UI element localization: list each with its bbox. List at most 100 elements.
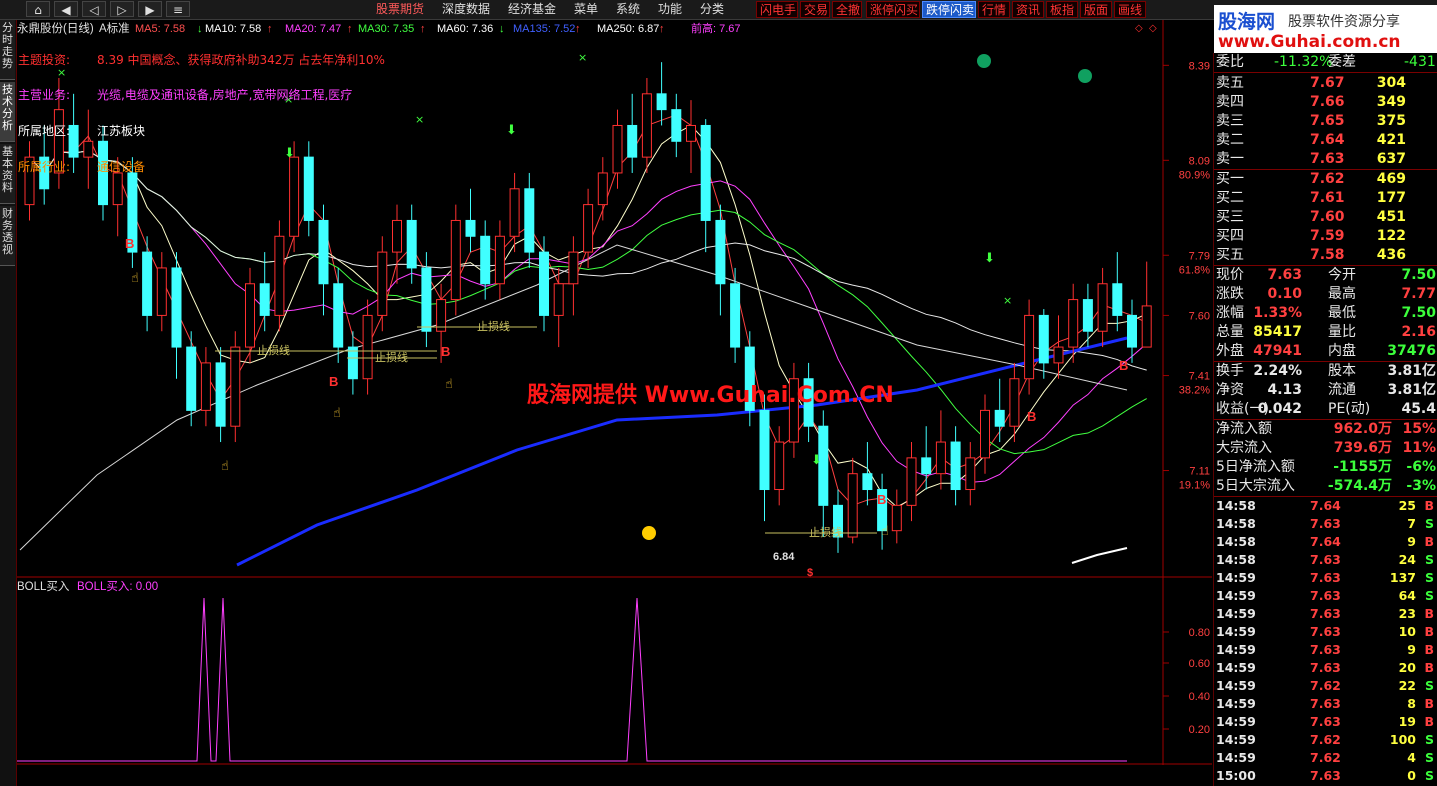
tick-row: 14:58 7.63 24 S	[1214, 551, 1437, 569]
tick-time: 14:59	[1216, 606, 1256, 621]
candle-body	[950, 441, 961, 491]
stat-label-2: 量比	[1328, 324, 1356, 340]
candle-body	[186, 346, 197, 411]
bid-label: 买四	[1216, 228, 1244, 244]
toolbar-button-5[interactable]: 行情	[978, 1, 1010, 18]
left-tab-2[interactable]: 基本资料	[0, 144, 15, 204]
prev-icon[interactable]: ◁	[82, 1, 106, 17]
tick-time: 14:59	[1216, 696, 1256, 711]
stat-label: 涨跌	[1216, 286, 1244, 302]
ma-arrow-3: ↑	[420, 23, 426, 35]
info-label: 主题投资:	[18, 52, 70, 67]
candle-body	[156, 267, 167, 316]
tick-row: 14:59 7.62 100 S	[1214, 731, 1437, 749]
candle-body	[245, 283, 255, 348]
tick-row: 14:59 7.63 20 B	[1214, 659, 1437, 677]
ask-row: 卖五 7.67 304	[1214, 74, 1437, 93]
diamond-icon[interactable]: ◇	[1149, 23, 1157, 34]
stat-label-2: 股本	[1328, 363, 1356, 379]
menu-2[interactable]: 经济基金	[508, 2, 556, 17]
tick-time: 14:59	[1216, 642, 1256, 657]
forward-icon[interactable]: ▶	[138, 1, 162, 17]
bid-label: 买二	[1216, 190, 1244, 206]
ratio-value: -11.32%	[1274, 54, 1333, 70]
toolbar-button-6[interactable]: 资讯	[1012, 1, 1044, 18]
left-tab-0[interactable]: 分时走势	[0, 20, 15, 80]
next-icon[interactable]: ▷	[110, 1, 134, 17]
fold-icon[interactable]: ≡	[166, 1, 190, 17]
candle-body	[980, 409, 990, 459]
home-icon[interactable]: ⌂	[26, 1, 50, 17]
candle-body	[965, 457, 976, 491]
menu-4[interactable]: 系统	[616, 2, 640, 17]
stat-value-2: 7.50	[1401, 267, 1436, 283]
ask-row: 卖三 7.65 375	[1214, 112, 1437, 131]
watermark-text: 股海网提供 Www.Guhai.Com.CN	[527, 382, 894, 408]
candle-body	[627, 124, 638, 158]
tick-volume: 137	[1389, 570, 1416, 585]
left-tab-1[interactable]: 技术分析	[0, 82, 15, 142]
menu-1[interactable]: 深度数据	[442, 2, 490, 17]
down-arrow-icon: ⬇	[811, 453, 822, 468]
stat-label: 涨幅	[1216, 305, 1244, 321]
toolbar-button-4[interactable]: 跌停闪卖	[922, 1, 976, 18]
toolbar-button-3[interactable]: 涨停闪买	[866, 1, 920, 18]
candle-body	[509, 188, 520, 237]
bid-row: 买一 7.62 469	[1214, 170, 1437, 189]
ask-volume: 304	[1376, 75, 1406, 91]
pct-label: 61.8%	[1179, 264, 1210, 276]
menu-3[interactable]: 菜单	[574, 2, 598, 17]
buy-mark: B	[877, 492, 886, 507]
logo-brand: 股海网	[1218, 11, 1276, 33]
flow-pct: 11%	[1402, 440, 1436, 456]
toolbar-button-7[interactable]: 板指	[1046, 1, 1078, 18]
pct-label: 80.9%	[1179, 169, 1210, 181]
left-tab-3[interactable]: 财务透视	[0, 206, 15, 266]
bid-label: 买五	[1216, 247, 1244, 263]
ma-label-0: MA5: 7.58	[135, 23, 185, 35]
tick-side: S	[1424, 732, 1434, 747]
diamond-icon[interactable]: ◇	[1135, 23, 1143, 34]
check-circle-icon	[1078, 69, 1092, 83]
toolbar-button-9[interactable]: 画线	[1114, 1, 1146, 18]
tick-side: B	[1424, 696, 1434, 711]
stat-label-2: 最高	[1328, 286, 1356, 302]
toolbar-button-2[interactable]: 全撤	[832, 1, 862, 18]
candle-body	[700, 124, 711, 221]
tick-price: 7.63	[1310, 552, 1341, 567]
tick-row: 14:58 7.64 25 B	[1214, 497, 1437, 515]
ask-row: 卖一 7.63 637	[1214, 150, 1437, 169]
ind-axis-label: 0.20	[1189, 724, 1210, 736]
candle-body	[347, 346, 358, 380]
tick-price: 7.63	[1310, 714, 1341, 729]
toolbar-button-1[interactable]: 交易	[800, 1, 830, 18]
toolbar-button-0[interactable]: 闪电手	[756, 1, 798, 18]
tick-side: S	[1424, 588, 1434, 603]
smiley-icon	[642, 526, 656, 540]
menu-5[interactable]: 功能	[658, 2, 682, 17]
stat-row: 涨跌 0.10 最高 7.77	[1214, 285, 1437, 304]
ma-label-1: MA10: 7.58	[205, 23, 261, 35]
back-icon[interactable]: ◀	[54, 1, 78, 17]
tick-volume: 23	[1398, 606, 1416, 621]
flow-label: 5日大宗流入	[1216, 478, 1295, 494]
tick-price: 7.63	[1310, 624, 1341, 639]
stat-label: 换手	[1216, 363, 1244, 379]
kline-chart[interactable]: 永鼎股份(日线) A标准 MA5: 7.58 ↓ MA10: 7.58 ↑ MA20: …	[17, 20, 1212, 765]
bid-price: 7.61	[1310, 190, 1345, 206]
stop-loss-label: 止损线	[477, 319, 510, 333]
candle-body	[450, 219, 461, 301]
tick-price: 7.63	[1310, 642, 1341, 657]
flow-value: -1155万	[1333, 459, 1392, 475]
ma-label-2: MA20: 7.47	[285, 23, 341, 35]
ma-arrow-4: ↓	[499, 23, 505, 35]
ma-label-5: MA135: 7.52	[513, 23, 575, 35]
ma-label-4: MA60: 7.36	[437, 23, 493, 35]
menu-0[interactable]: 股票期货	[376, 2, 424, 17]
menu-6[interactable]: 分类	[700, 2, 724, 17]
down-arrow-icon: ⬇	[506, 123, 517, 138]
down-arrow-icon: ⬇	[984, 251, 995, 266]
tick-row: 14:59 7.63 137 S	[1214, 569, 1437, 587]
ask-price: 7.66	[1310, 94, 1345, 110]
toolbar-button-8[interactable]: 版面	[1080, 1, 1112, 18]
